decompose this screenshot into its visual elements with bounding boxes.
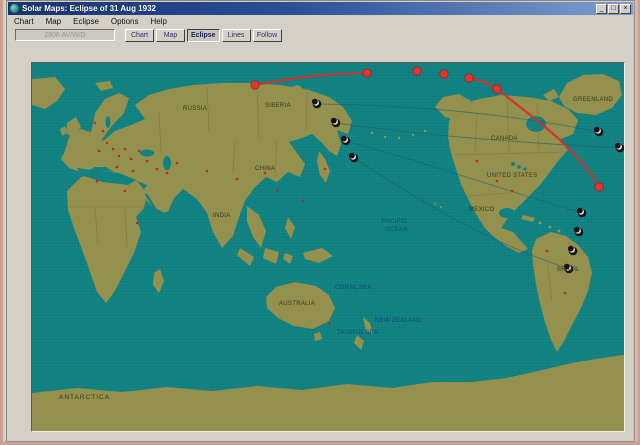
close-button[interactable]: ×: [620, 4, 631, 14]
map-label: BRAZIL: [557, 267, 580, 273]
map-label: GREENLAND: [573, 97, 613, 103]
map-label: UNITED STATES: [487, 173, 537, 179]
city-dot: [496, 180, 499, 183]
maximize-button[interactable]: □: [608, 4, 619, 14]
map-label: OCEAN: [385, 227, 408, 233]
city-dot: [106, 142, 109, 145]
city-dot: [138, 150, 141, 153]
eclipse-point: [251, 81, 259, 89]
city-dot: [124, 148, 127, 151]
menu-eclipse[interactable]: Eclipse: [67, 17, 105, 26]
menu-chart[interactable]: Chart: [8, 17, 40, 26]
minimize-button[interactable]: _: [596, 4, 607, 14]
eclipse-point: [465, 74, 473, 82]
eclipse-point: [413, 67, 421, 75]
window-frame: Solar Maps: Eclipse of 31 Aug 1932 _ □ ×…: [6, 0, 635, 442]
toolbar-button-map[interactable]: Map: [156, 29, 185, 42]
menu-help[interactable]: Help: [145, 17, 173, 26]
eclipse-point: [493, 85, 501, 93]
map-label: NEW ZEALAND: [375, 318, 422, 324]
city-dot: [136, 222, 139, 225]
city-dot: [302, 200, 305, 203]
city-dot: [546, 250, 549, 253]
app-window: Solar Maps: Eclipse of 31 Aug 1932 _ □ ×…: [0, 0, 640, 445]
city-dot: [264, 172, 267, 175]
eclipse-point: [595, 183, 603, 191]
map-label: PACIFIC: [382, 219, 408, 225]
city-dot: [130, 158, 133, 161]
city-dot: [124, 190, 127, 193]
city-dot: [94, 122, 97, 125]
city-dot: [118, 155, 121, 158]
map-canvas: GREENLAND CANADA UNITED STATES MEXICO BRAZIL…: [32, 63, 624, 431]
eclipse-point: [363, 69, 371, 77]
menu-bar: Chart Map Eclipse Options Help: [8, 16, 633, 27]
city-dot: [236, 178, 239, 181]
map-label: MEXICO: [469, 207, 495, 213]
city-dot: [156, 168, 159, 171]
menu-options[interactable]: Options: [105, 17, 145, 26]
world-map[interactable]: GREENLAND CANADA UNITED STATES MEXICO BRAZIL…: [31, 62, 625, 432]
city-dot: [511, 190, 514, 193]
city-dot: [116, 166, 119, 169]
toolbar-button-chart[interactable]: Chart: [125, 29, 154, 42]
city-dot: [166, 172, 169, 175]
city-dot: [132, 170, 135, 173]
toolbar-button-follow[interactable]: Follow: [253, 29, 282, 42]
city-dot: [146, 160, 149, 163]
toolbar-button-lines[interactable]: Lines: [222, 29, 251, 42]
city-dot: [96, 180, 99, 183]
city-dot: [98, 150, 101, 153]
city-dot: [176, 162, 179, 165]
map-label: CORAL SEA: [335, 285, 372, 291]
city-dot: [102, 130, 105, 133]
city-dot: [328, 322, 331, 325]
map-label: TASMAN SEA: [337, 330, 378, 336]
city-dot: [564, 292, 567, 295]
map-label: AUSTRALIA: [279, 301, 315, 307]
title-bar: Solar Maps: Eclipse of 31 Aug 1932 _ □ ×: [8, 2, 633, 15]
map-label: RUSSIA: [183, 106, 207, 112]
city-dot: [324, 168, 327, 171]
toolbar-button-eclipse[interactable]: Eclipse: [187, 29, 220, 42]
city-dot: [276, 190, 279, 193]
eclipse-point: [440, 70, 448, 78]
app-icon: [10, 4, 19, 13]
date-field[interactable]: [15, 29, 115, 41]
map-label: ANTARCTICA: [59, 394, 110, 401]
city-dot: [112, 148, 115, 151]
map-label: SIBERIA: [265, 103, 291, 109]
map-label: CANADA: [491, 136, 518, 142]
city-dot: [206, 170, 209, 173]
toolbar: Chart Map Eclipse Lines Follow: [8, 27, 633, 43]
window-title: Solar Maps: Eclipse of 31 Aug 1932: [22, 4, 595, 13]
map-label: INDIA: [213, 213, 231, 219]
map-label: CHINA: [255, 166, 275, 172]
city-dot: [476, 160, 479, 163]
toolbar-buttons: Chart Map Eclipse Lines Follow: [125, 29, 284, 42]
menu-map[interactable]: Map: [40, 17, 68, 26]
